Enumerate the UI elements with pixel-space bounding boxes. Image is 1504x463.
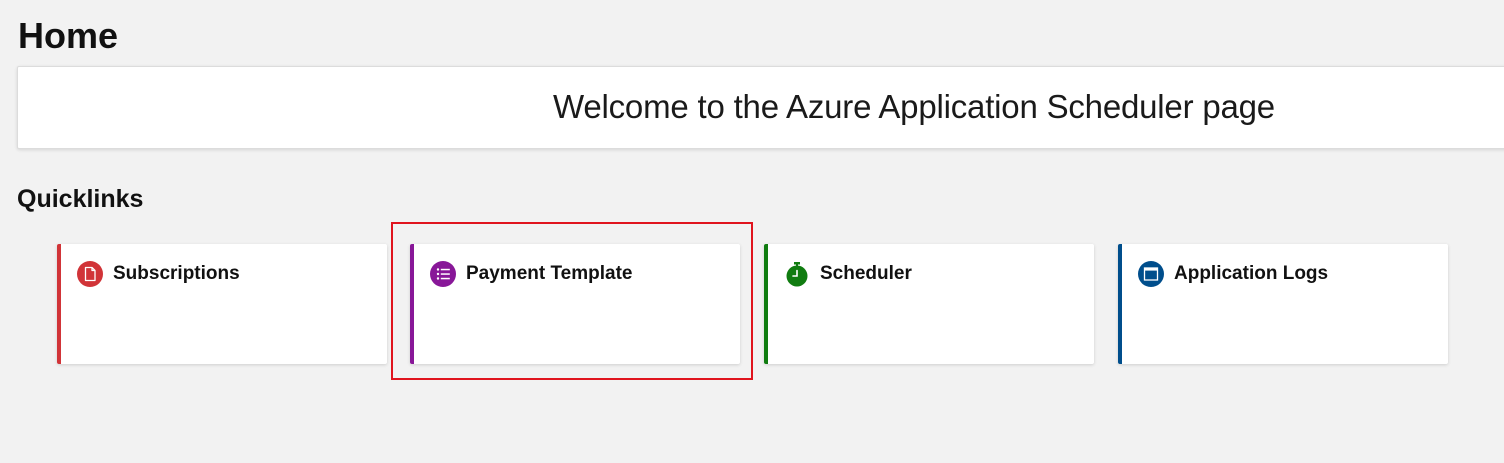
window-icon: [1138, 261, 1164, 287]
quicklink-subscriptions[interactable]: Subscriptions: [57, 244, 387, 364]
tile-accent-bar: [410, 244, 414, 364]
tile-label: Scheduler: [820, 263, 912, 284]
quicklink-payment-template[interactable]: Payment Template: [410, 244, 740, 364]
tile-accent-bar: [764, 244, 768, 364]
quicklink-scheduler[interactable]: Scheduler: [764, 244, 1094, 364]
tile-accent-bar: [1118, 244, 1122, 364]
tile-label: Subscriptions: [113, 263, 240, 284]
quicklinks-heading: Quicklinks: [17, 185, 144, 213]
document-icon: [77, 261, 103, 287]
stopwatch-icon: [786, 262, 808, 287]
quicklink-application-logs[interactable]: Application Logs: [1118, 244, 1448, 364]
welcome-message: Welcome to the Azure Application Schedul…: [553, 88, 1275, 125]
list-icon: [430, 261, 456, 287]
tile-label: Payment Template: [466, 263, 633, 284]
welcome-banner: Welcome to the Azure Application Schedul…: [17, 66, 1504, 149]
page-title: Home: [18, 15, 119, 56]
tile-accent-bar: [57, 244, 61, 364]
tile-label: Application Logs: [1174, 263, 1329, 284]
